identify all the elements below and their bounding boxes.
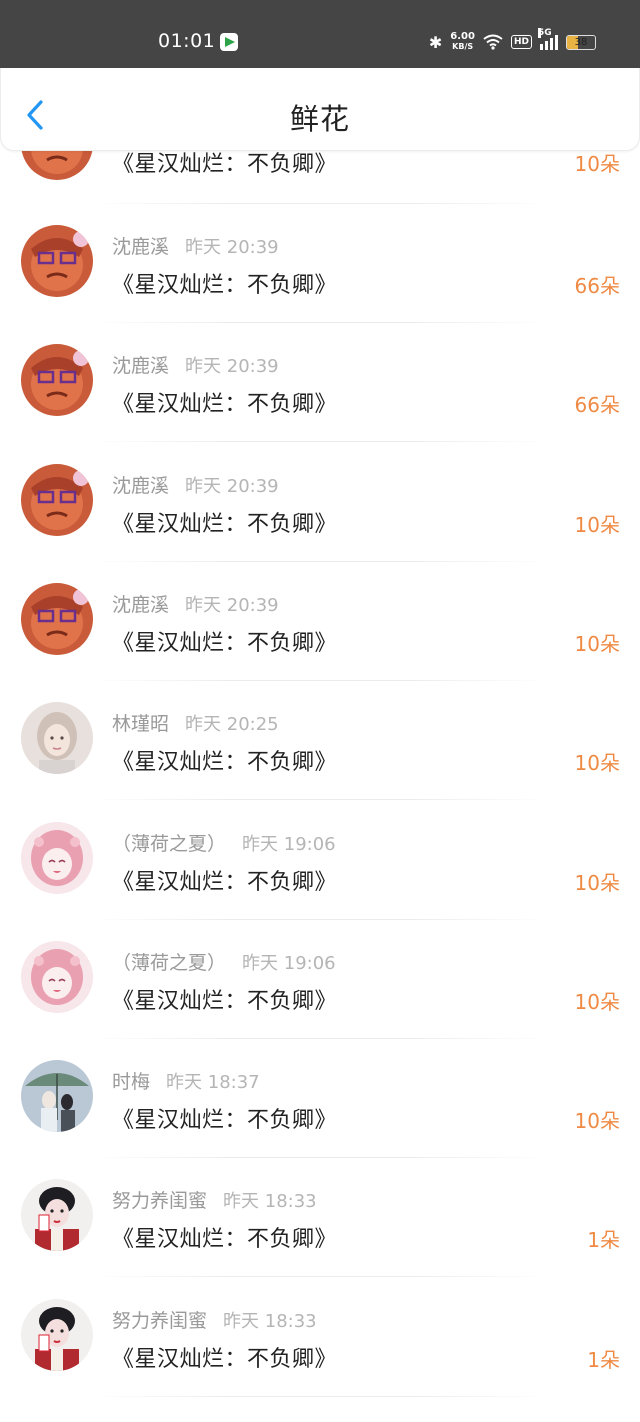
avatar[interactable] (21, 941, 93, 1013)
list-item[interactable]: 努力养闺蜜 昨天 18:33 《星汉灿烂：不负卿》 1朵 (0, 1158, 640, 1277)
sender-name[interactable]: 沈鹿溪 (112, 355, 169, 377)
sender-line: （薄荷之夏） 昨天 19:06 (112, 948, 336, 975)
network-speed-unit: KB/S (452, 42, 474, 51)
book-title: 《星汉灿烂：不负卿》 (112, 1347, 338, 1372)
send-time: 昨天 19:06 (242, 953, 336, 974)
sender-line: 沈鹿溪 昨天 20:39 (112, 232, 279, 259)
book-title: 《星汉灿烂：不负卿》 (112, 1227, 338, 1252)
list-item[interactable]: 努力养闺蜜 昨天 18:33 《星汉灿烂：不负卿》 1朵 (0, 1278, 640, 1397)
sender-line: 努力养闺蜜 昨天 18:33 (112, 1306, 317, 1333)
send-time: 昨天 20:39 (185, 237, 279, 258)
divider (90, 1396, 550, 1397)
flower-amount: 10朵 (574, 513, 620, 537)
network-speed-value: 6.00 (450, 31, 475, 42)
send-time: 昨天 19:06 (242, 834, 336, 855)
send-time: 昨天 18:33 (223, 1311, 317, 1332)
hd-badge: HD (510, 35, 532, 49)
flower-amount: 10朵 (574, 871, 620, 895)
send-time: 昨天 18:37 (166, 1072, 260, 1093)
app-header: 鲜花 (0, 68, 640, 151)
avatar[interactable] (21, 1060, 93, 1132)
book-title: 《星汉灿烂：不负卿》 (112, 989, 338, 1014)
sender-line: 沈鹿溪 昨天 20:39 (112, 590, 279, 617)
sender-name[interactable]: 沈鹿溪 (112, 236, 169, 258)
battery-icon: 38 (566, 34, 596, 50)
book-title: 《星汉灿烂：不负卿》 (112, 512, 338, 537)
book-title: 《星汉灿烂：不负卿》 (112, 870, 338, 895)
avatar[interactable] (21, 583, 93, 655)
send-time: 昨天 18:33 (223, 1191, 317, 1212)
book-title: 《星汉灿烂：不负卿》 (112, 392, 338, 417)
flower-amount: 10朵 (574, 990, 620, 1014)
flower-amount: 1朵 (587, 1228, 620, 1252)
book-title: 《星汉灿烂：不负卿》 (112, 1108, 338, 1133)
divider (90, 1276, 550, 1277)
book-title: 《星汉灿烂：不负卿》 (112, 273, 338, 298)
flower-amount: 1朵 (587, 1348, 620, 1372)
avatar[interactable] (21, 702, 93, 774)
list-item[interactable]: 沈鹿溪 昨天 20:39 《星汉灿烂：不负卿》 66朵 (0, 204, 640, 323)
list-item[interactable]: （薄荷之夏） 昨天 19:06 《星汉灿烂：不负卿》 10朵 (0, 920, 640, 1039)
divider (90, 441, 550, 442)
avatar[interactable] (21, 1299, 93, 1371)
sender-name[interactable]: 林瑾昭 (112, 713, 169, 735)
sender-line: （薄荷之夏） 昨天 19:06 (112, 829, 336, 856)
send-time: 昨天 20:39 (185, 356, 279, 377)
network-speed: 6.00 KB/S (450, 32, 475, 52)
flower-amount: 10朵 (574, 152, 620, 176)
sender-name[interactable]: 沈鹿溪 (112, 594, 169, 616)
flower-amount: 66朵 (574, 393, 620, 417)
sender-line: 努力养闺蜜 昨天 18:33 (112, 1186, 317, 1213)
send-time: 昨天 20:39 (185, 595, 279, 616)
flower-amount: 66朵 (574, 274, 620, 298)
list-item[interactable]: 时梅 昨天 18:37 《星汉灿烂：不负卿》 10朵 (0, 1039, 640, 1158)
sender-name[interactable]: （薄荷之夏） (112, 952, 226, 974)
sender-line: 时梅 昨天 18:37 (112, 1067, 260, 1094)
status-time: 01:01 (158, 30, 216, 52)
page-title: 鲜花 (289, 102, 350, 136)
list-item[interactable]: 林瑾昭 昨天 20:25 《星汉灿烂：不负卿》 10朵 (0, 681, 640, 800)
network-type: 5G (538, 28, 552, 38)
status-indicators: ✱ 6.00 KB/S HD 5G 38 (428, 28, 596, 54)
divider (90, 799, 550, 800)
sender-line: 林瑾昭 昨天 20:25 (112, 709, 279, 736)
signal-icon: 5G (538, 28, 558, 50)
list-item[interactable]: 沈鹿溪 昨天 20:39 《星汉灿烂：不负卿》 66朵 (0, 323, 640, 442)
list-item[interactable]: （薄荷之夏） 昨天 19:06 《星汉灿烂：不负卿》 10朵 (0, 801, 640, 920)
book-title: 《星汉灿烂：不负卿》 (112, 631, 338, 656)
avatar[interactable] (21, 1179, 93, 1251)
flower-amount: 10朵 (574, 632, 620, 656)
wifi-icon (483, 34, 503, 50)
sender-name[interactable]: （薄荷之夏） (112, 833, 226, 855)
status-bar: 01:01 ✱ 6.00 KB/S HD 5G 38 (0, 0, 640, 70)
avatar[interactable] (21, 344, 93, 416)
list-item[interactable]: 沈鹿溪 昨天 20:39 《星汉灿烂：不负卿》 10朵 (0, 562, 640, 681)
sender-name[interactable]: 沈鹿溪 (112, 475, 169, 497)
avatar[interactable] (21, 464, 93, 536)
battery-level: 38 (574, 36, 588, 48)
flower-amount: 10朵 (574, 1109, 620, 1133)
play-store-icon (220, 33, 238, 51)
sender-line: 沈鹿溪 昨天 20:39 (112, 351, 279, 378)
sender-name[interactable]: 时梅 (112, 1071, 150, 1093)
book-title: 《星汉灿烂：不负卿》 (112, 750, 338, 775)
avatar[interactable] (21, 822, 93, 894)
avatar[interactable] (21, 225, 93, 297)
send-time: 昨天 20:39 (185, 476, 279, 497)
sender-line: 沈鹿溪 昨天 20:39 (112, 471, 279, 498)
list-item[interactable]: 沈鹿溪 昨天 20:39 《星汉灿烂：不负卿》 10朵 (0, 443, 640, 562)
sender-name[interactable]: 努力养闺蜜 (112, 1190, 207, 1212)
send-time: 昨天 20:25 (185, 714, 279, 735)
bluetooth-icon: ✱ (428, 32, 443, 52)
flower-amount: 10朵 (574, 751, 620, 775)
sender-name[interactable]: 努力养闺蜜 (112, 1310, 207, 1332)
